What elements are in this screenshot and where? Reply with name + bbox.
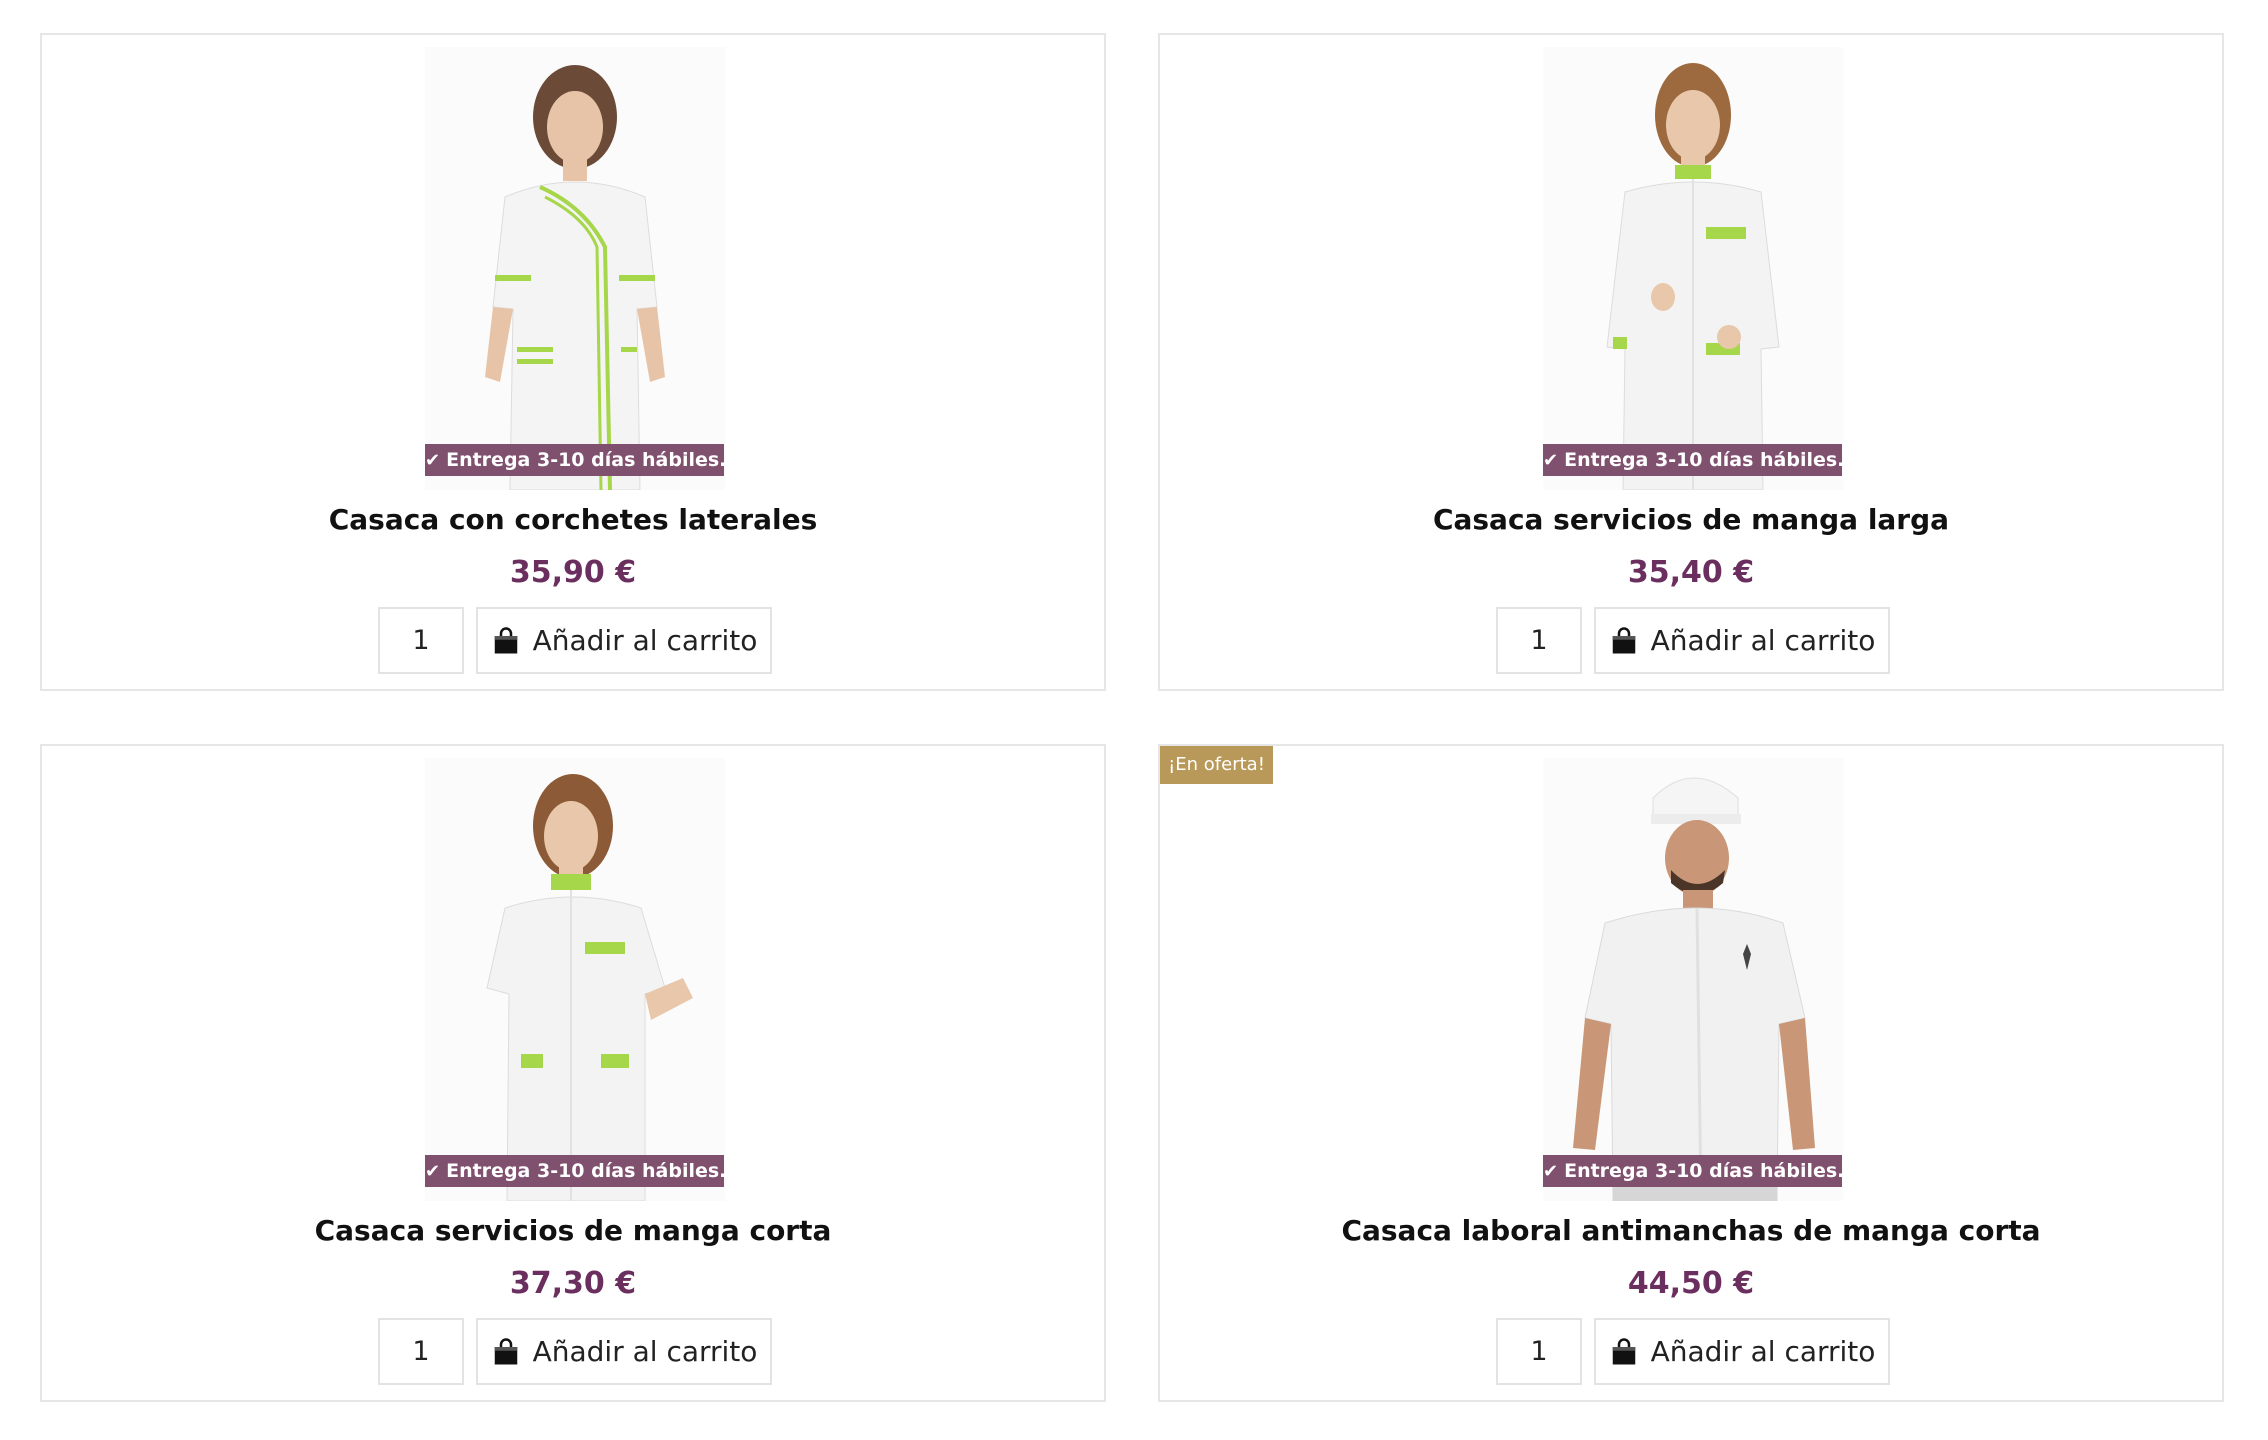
product-image[interactable]	[425, 758, 725, 1201]
quantity-input[interactable]: 1	[1496, 607, 1582, 674]
delivery-badge-label: Entrega 3-10 días hábiles.	[446, 1160, 727, 1182]
shopping-bag-icon	[494, 1337, 517, 1364]
add-to-cart-label: Añadir al carrito	[1650, 1335, 1876, 1368]
add-to-cart-button[interactable]: Añadir al carrito	[476, 607, 772, 674]
sale-badge: ¡En oferta!	[1160, 746, 1273, 784]
product-image[interactable]	[425, 47, 725, 490]
shopping-bag-icon	[494, 626, 517, 653]
product-card: ¡En oferta! ✔ Entrega 3-10 días hábiles. …	[1158, 744, 2224, 1402]
add-to-cart-label: Añadir al carrito	[532, 624, 758, 657]
delivery-badge: ✔ Entrega 3-10 días hábiles.	[425, 444, 727, 476]
product-title[interactable]: Casaca con corchetes laterales	[42, 503, 1104, 536]
quantity-input[interactable]: 1	[378, 607, 464, 674]
product-title[interactable]: Casaca laboral antimanchas de manga cort…	[1160, 1214, 2222, 1247]
check-icon: ✔	[425, 450, 441, 471]
product-card: ✔ Entrega 3-10 días hábiles. Casaca servi…	[1158, 33, 2224, 691]
check-icon: ✔	[425, 1161, 441, 1182]
shopping-bag-icon	[1612, 626, 1635, 653]
add-to-cart-label: Añadir al carrito	[1650, 624, 1876, 657]
delivery-badge-label: Entrega 3-10 días hábiles.	[1564, 1160, 1845, 1182]
delivery-badge: ✔ Entrega 3-10 días hábiles.	[1543, 1155, 1845, 1187]
check-icon: ✔	[1543, 450, 1559, 471]
product-price: 44,50 €	[1627, 1266, 1755, 1301]
product-card: ✔ Entrega 3-10 días hábiles. Casaca servi…	[40, 744, 1106, 1402]
delivery-badge: ✔ Entrega 3-10 días hábiles.	[425, 1155, 727, 1187]
shopping-bag-icon	[1612, 1337, 1635, 1364]
add-to-cart-label: Añadir al carrito	[532, 1335, 758, 1368]
product-title[interactable]: Casaca servicios de manga larga	[1160, 503, 2222, 536]
quantity-input[interactable]: 1	[1496, 1318, 1582, 1385]
product-image[interactable]	[1543, 47, 1843, 490]
product-title[interactable]: Casaca servicios de manga corta	[42, 1214, 1104, 1247]
quantity-input[interactable]: 1	[378, 1318, 464, 1385]
add-to-cart-button[interactable]: Añadir al carrito	[1594, 1318, 1890, 1385]
delivery-badge: ✔ Entrega 3-10 días hábiles.	[1543, 444, 1845, 476]
delivery-badge-label: Entrega 3-10 días hábiles.	[446, 449, 727, 471]
product-price: 35,90 €	[509, 555, 637, 590]
delivery-badge-label: Entrega 3-10 días hábiles.	[1564, 449, 1845, 471]
add-to-cart-button[interactable]: Añadir al carrito	[476, 1318, 772, 1385]
add-to-cart-button[interactable]: Añadir al carrito	[1594, 607, 1890, 674]
product-price: 35,40 €	[1627, 555, 1755, 590]
product-card: ✔ Entrega 3-10 días hábiles. Casaca con c…	[40, 33, 1106, 691]
check-icon: ✔	[1543, 1161, 1559, 1182]
product-image[interactable]	[1543, 758, 1843, 1201]
product-price: 37,30 €	[509, 1266, 637, 1301]
